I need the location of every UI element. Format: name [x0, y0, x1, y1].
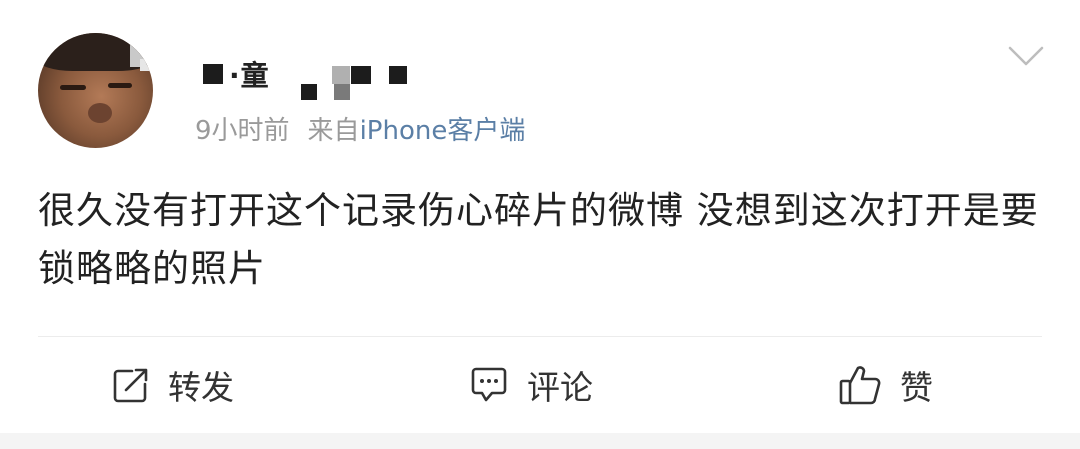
post-source[interactable]: iPhone客户端	[360, 116, 526, 146]
username-mosaic	[389, 66, 407, 84]
username-mosaic	[332, 66, 350, 84]
like-button[interactable]: 赞	[838, 337, 933, 433]
username-mosaic	[334, 84, 350, 100]
post-time: 9小时前	[195, 116, 290, 146]
avatar-mosaic-2	[140, 59, 150, 71]
post-source-prefix: 来自	[307, 116, 360, 146]
avatar-eye-right	[108, 83, 132, 88]
avatar-eye-left	[60, 85, 86, 90]
action-bar: 转发 评论 赞	[0, 337, 1080, 433]
comment-icon	[471, 367, 507, 402]
comment-button[interactable]: 评论	[469, 337, 593, 433]
avatar-nose	[88, 103, 112, 123]
comment-label: 评论	[527, 368, 593, 407]
repost-button[interactable]: 转发	[112, 337, 234, 433]
like-label: 赞	[900, 368, 933, 407]
repost-label: 转发	[168, 368, 234, 407]
username-mosaic	[351, 66, 371, 84]
username-text: ·童	[229, 59, 270, 92]
bottom-separator	[0, 433, 1080, 449]
avatar[interactable]	[38, 33, 153, 148]
post-content: 很久没有打开这个记录伤心碎片的微博 没想到这次打开是要锁略略的照片	[38, 189, 1039, 290]
repost-icon	[113, 368, 148, 403]
chevron-down-icon[interactable]	[1008, 42, 1044, 70]
weibo-post: ·童 9小时前 来自iPhone客户端 很久没有打开这个记录伤心碎片的微博 没想到…	[0, 0, 1080, 449]
username-mosaic	[301, 84, 317, 100]
post-meta: 9小时前 来自iPhone客户端	[195, 110, 525, 147]
like-icon	[839, 366, 881, 405]
username-mosaic	[203, 64, 223, 84]
